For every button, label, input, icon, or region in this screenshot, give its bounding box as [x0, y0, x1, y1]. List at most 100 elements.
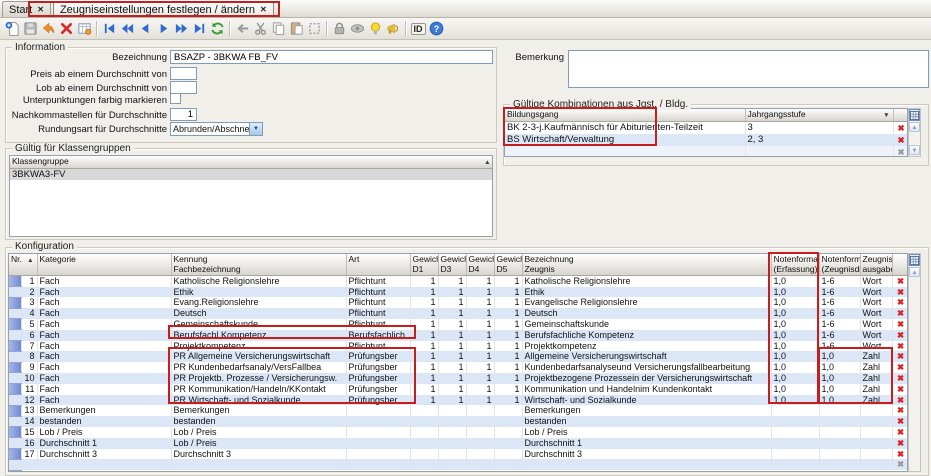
cell-d4[interactable]: 1: [466, 384, 494, 395]
row-selector[interactable]: [9, 351, 21, 362]
konfig-col-kategorie[interactable]: Kategorie: [37, 254, 171, 276]
cell-nf-druck[interactable]: 1,0: [819, 373, 860, 384]
cell-nr[interactable]: 5: [21, 319, 37, 330]
konfig-col-nr[interactable]: Nr.▲: [9, 254, 37, 276]
cell-nr[interactable]: 4: [21, 308, 37, 319]
cell-kennung[interactable]: PR Kommunikation/Handeln/KKontakt: [171, 384, 346, 395]
cell-nr[interactable]: 14: [21, 416, 37, 427]
cell-nf-erfassung[interactable]: [771, 405, 819, 416]
delete-row-button[interactable]: ✖: [892, 449, 908, 460]
row-selector[interactable]: [9, 427, 21, 438]
cell-ausgabe[interactable]: [860, 405, 892, 416]
cell-nf-druck[interactable]: 1,0: [819, 351, 860, 362]
id-button[interactable]: ID: [409, 20, 427, 38]
cell-kategorie[interactable]: Lob / Preis: [37, 427, 171, 438]
delete-row-button[interactable]: ✖: [893, 134, 908, 146]
konfig-row[interactable]: 3FachEvang.ReligionslehrePflichtunt1111E…: [9, 297, 908, 308]
cell-nf-druck[interactable]: 1-6: [819, 319, 860, 330]
cell-d4[interactable]: 1: [466, 395, 494, 406]
cell-bezeichnung[interactable]: Durchschnitt 1: [522, 438, 771, 449]
cell-d5[interactable]: [494, 405, 522, 416]
grid-settings-icon[interactable]: [909, 254, 920, 266]
cell-d4[interactable]: [466, 449, 494, 460]
cell-ausgabe[interactable]: Zahl: [860, 351, 892, 362]
cell-nf-erfassung[interactable]: 1,0: [771, 341, 819, 352]
delete-row-button[interactable]: ✖: [892, 384, 908, 395]
tab-zeugniseinstellungen[interactable]: Zeugniseinstellungen festlegen / ändern …: [53, 1, 274, 17]
konfig-row[interactable]: 4FachDeutschPflichtunt1111Deutsch1,01-6W…: [9, 308, 908, 319]
cell-d3[interactable]: [438, 438, 466, 449]
row-selector[interactable]: [9, 330, 21, 341]
cell-d1[interactable]: [410, 449, 438, 460]
klassengruppe-column-header[interactable]: Klassengruppe▲: [10, 156, 493, 168]
lock-button[interactable]: [330, 20, 348, 38]
cell-d3[interactable]: 1: [438, 287, 466, 298]
cell-nf-erfassung[interactable]: 1,0: [771, 330, 819, 341]
cell-ausgabe[interactable]: Wort: [860, 287, 892, 298]
cell-kennung[interactable]: Gemeinschaftskunde: [171, 319, 346, 330]
cell-art[interactable]: [346, 427, 410, 438]
cell-kategorie[interactable]: Durchschnitt 3: [37, 449, 171, 460]
cell-d4[interactable]: [466, 438, 494, 449]
konfig-col-d4[interactable]: Gewicht D4: [466, 254, 494, 276]
kombi-col-bildungsgang[interactable]: Bildungsgang: [505, 109, 745, 121]
cell-nf-erfassung[interactable]: 1,0: [771, 351, 819, 362]
cell-nf-druck[interactable]: 1-6: [819, 330, 860, 341]
cell-d5[interactable]: [494, 427, 522, 438]
konfig-row[interactable]: 16Durchschnitt 1Lob / PreisDurchschnitt …: [9, 438, 908, 449]
cell-kennung[interactable]: Ethik: [171, 287, 346, 298]
konfig-row[interactable]: 10FachPR Projektb. Prozesse / Versicheru…: [9, 373, 908, 384]
cell-bildungsgang[interactable]: BK 2-3-j.Kaufmännisch für Abiturienten-T…: [505, 121, 745, 134]
cell-d5[interactable]: [494, 449, 522, 460]
cell-d3[interactable]: 1: [438, 297, 466, 308]
cell-d5[interactable]: 1: [494, 362, 522, 373]
cell-d1[interactable]: 1: [410, 330, 438, 341]
cell-d4[interactable]: 1: [466, 362, 494, 373]
cell-nr[interactable]: 16: [21, 438, 37, 449]
nav-first-button[interactable]: [100, 20, 118, 38]
delete-row-button[interactable]: ✖: [892, 438, 908, 449]
cell-d5[interactable]: 1: [494, 373, 522, 384]
cell-kategorie[interactable]: Fach: [37, 362, 171, 373]
cell-nr[interactable]: 11: [21, 384, 37, 395]
cell-kategorie[interactable]: Fach: [37, 287, 171, 298]
row-selector[interactable]: [9, 276, 21, 287]
save-button[interactable]: [21, 20, 39, 38]
cell-nf-erfassung[interactable]: 1,0: [771, 319, 819, 330]
row-selector[interactable]: [9, 395, 21, 406]
cell-d5[interactable]: 1: [494, 297, 522, 308]
delete-row-button[interactable]: ✖: [892, 416, 908, 427]
konfig-row[interactable]: 2FachEthikPflichtunt1111Ethik1,01-6Wort✖: [9, 287, 908, 298]
cell-bezeichnung[interactable]: Evangelische Religionslehre: [522, 297, 771, 308]
cell-nr[interactable]: 3: [21, 297, 37, 308]
cell-d4[interactable]: [466, 416, 494, 427]
cell-nf-druck[interactable]: 1-6: [819, 308, 860, 319]
cell-nr[interactable]: 1: [21, 276, 37, 287]
cell-ausgabe[interactable]: Zahl: [860, 373, 892, 384]
row-selector[interactable]: [9, 341, 21, 352]
konfig-col-nf-erfassung[interactable]: Notenformat (Erfassung): [771, 254, 819, 276]
klassengruppe-row[interactable]: 3BKWA3-FV: [10, 168, 493, 180]
cell-d5[interactable]: 1: [494, 330, 522, 341]
konfig-row[interactable]: 1FachKatholische ReligionslehrePflichtun…: [9, 276, 908, 287]
cell-bezeichnung[interactable]: Durchschnitt 3: [522, 449, 771, 460]
kombi-row[interactable]: BS Wirtschaft/Verwaltung2, 3✖: [505, 134, 908, 146]
cell-nf-erfassung[interactable]: 1,0: [771, 276, 819, 287]
cell-kategorie[interactable]: Fach: [37, 384, 171, 395]
cell-bezeichnung[interactable]: Deutsch: [522, 308, 771, 319]
row-selector[interactable]: [9, 438, 21, 449]
cell-nf-druck[interactable]: [819, 427, 860, 438]
cell-kennung[interactable]: Katholische Religionslehre: [171, 276, 346, 287]
delete-row-button[interactable]: ✖: [892, 297, 908, 308]
cell-ausgabe[interactable]: Wort: [860, 330, 892, 341]
delete-row-button[interactable]: ✖: [892, 330, 908, 341]
tab-start[interactable]: Start ✕: [2, 1, 51, 17]
cell-art[interactable]: Prüfungsber: [346, 362, 410, 373]
cell-d4[interactable]: 1: [466, 297, 494, 308]
nav-last-button[interactable]: [190, 20, 208, 38]
cell-nf-erfassung[interactable]: 1,0: [771, 395, 819, 406]
konfig-col-kennung[interactable]: Kennung Fachbezeichnung: [171, 254, 346, 276]
bemerkung-textarea[interactable]: [568, 50, 929, 88]
cell-ausgabe[interactable]: Wort: [860, 341, 892, 352]
cell-art[interactable]: Prüfungsber: [346, 373, 410, 384]
